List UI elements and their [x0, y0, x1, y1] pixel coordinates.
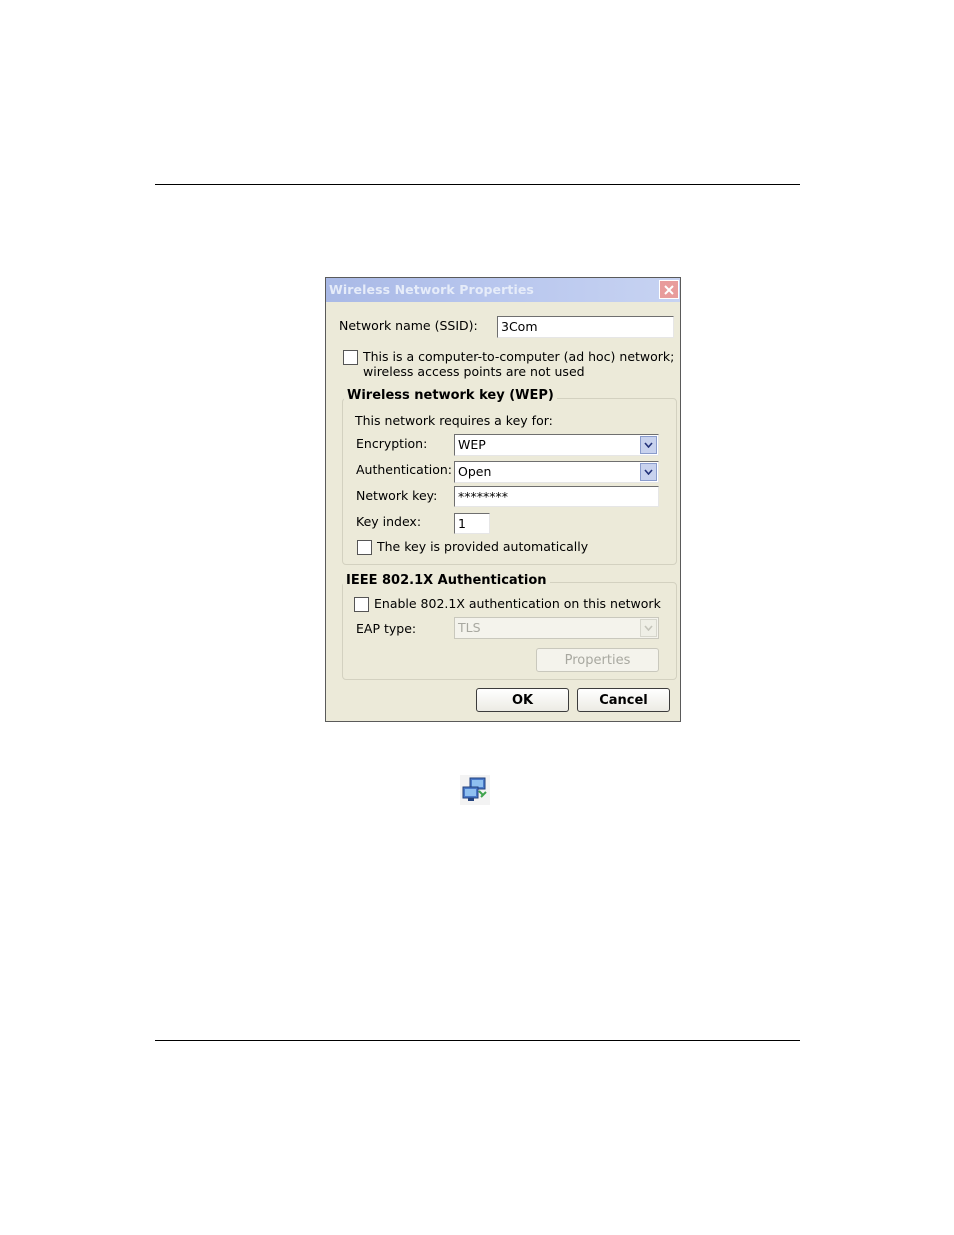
encryption-value: WEP [458, 437, 486, 452]
authentication-dropdown-button[interactable] [640, 463, 657, 481]
chevron-down-icon [644, 625, 653, 631]
chevron-down-icon [644, 469, 653, 475]
dialog-title: Wireless Network Properties [329, 282, 534, 297]
authentication-value: Open [458, 464, 492, 479]
cancel-button[interactable]: Cancel [577, 688, 670, 712]
ssid-label: Network name (SSID): [339, 318, 478, 333]
top-rule [155, 184, 800, 185]
key-index-label: Key index: [356, 514, 422, 529]
encryption-dropdown-button[interactable] [640, 436, 657, 454]
adhoc-label-line2: wireless access points are not used [363, 364, 585, 379]
auto-key-checkbox[interactable] [357, 540, 372, 555]
wep-group-title: Wireless network key (WEP) [344, 388, 557, 403]
encryption-select[interactable]: WEP [454, 434, 659, 456]
bottom-rule [155, 1040, 800, 1041]
adhoc-label-line1: This is a computer-to-computer (ad hoc) … [363, 349, 675, 364]
requires-key-text: This network requires a key for: [355, 413, 553, 428]
authentication-select[interactable]: Open [454, 461, 659, 483]
key-index-input[interactable]: 1 [454, 513, 490, 534]
network-key-input[interactable]: ******** [454, 486, 659, 507]
ieee-group-title: IEEE 802.1X Authentication [343, 573, 550, 588]
wireless-network-properties-dialog: Wireless Network Properties Network name… [325, 277, 681, 722]
title-bar[interactable]: Wireless Network Properties [326, 278, 680, 302]
eap-type-label: EAP type: [356, 621, 417, 636]
network-key-label: Network key: [356, 488, 438, 503]
eap-type-value: TLS [458, 620, 481, 635]
chevron-down-icon [644, 442, 653, 448]
eap-type-dropdown-button[interactable] [640, 619, 657, 637]
auto-key-label: The key is provided automatically [377, 539, 589, 554]
enable-8021x-label: Enable 802.1X authentication on this net… [374, 596, 661, 611]
adhoc-checkbox[interactable] [343, 350, 358, 365]
network-icon [460, 775, 490, 805]
authentication-label: Authentication: [356, 462, 452, 477]
encryption-label: Encryption: [356, 436, 428, 451]
properties-button[interactable]: Properties [536, 648, 659, 672]
close-button[interactable] [659, 280, 679, 299]
eap-type-select[interactable]: TLS [454, 617, 659, 639]
ssid-input[interactable]: 3Com [497, 316, 674, 338]
ok-button[interactable]: OK [476, 688, 569, 712]
enable-8021x-checkbox[interactable] [354, 597, 369, 612]
close-icon [664, 284, 674, 295]
